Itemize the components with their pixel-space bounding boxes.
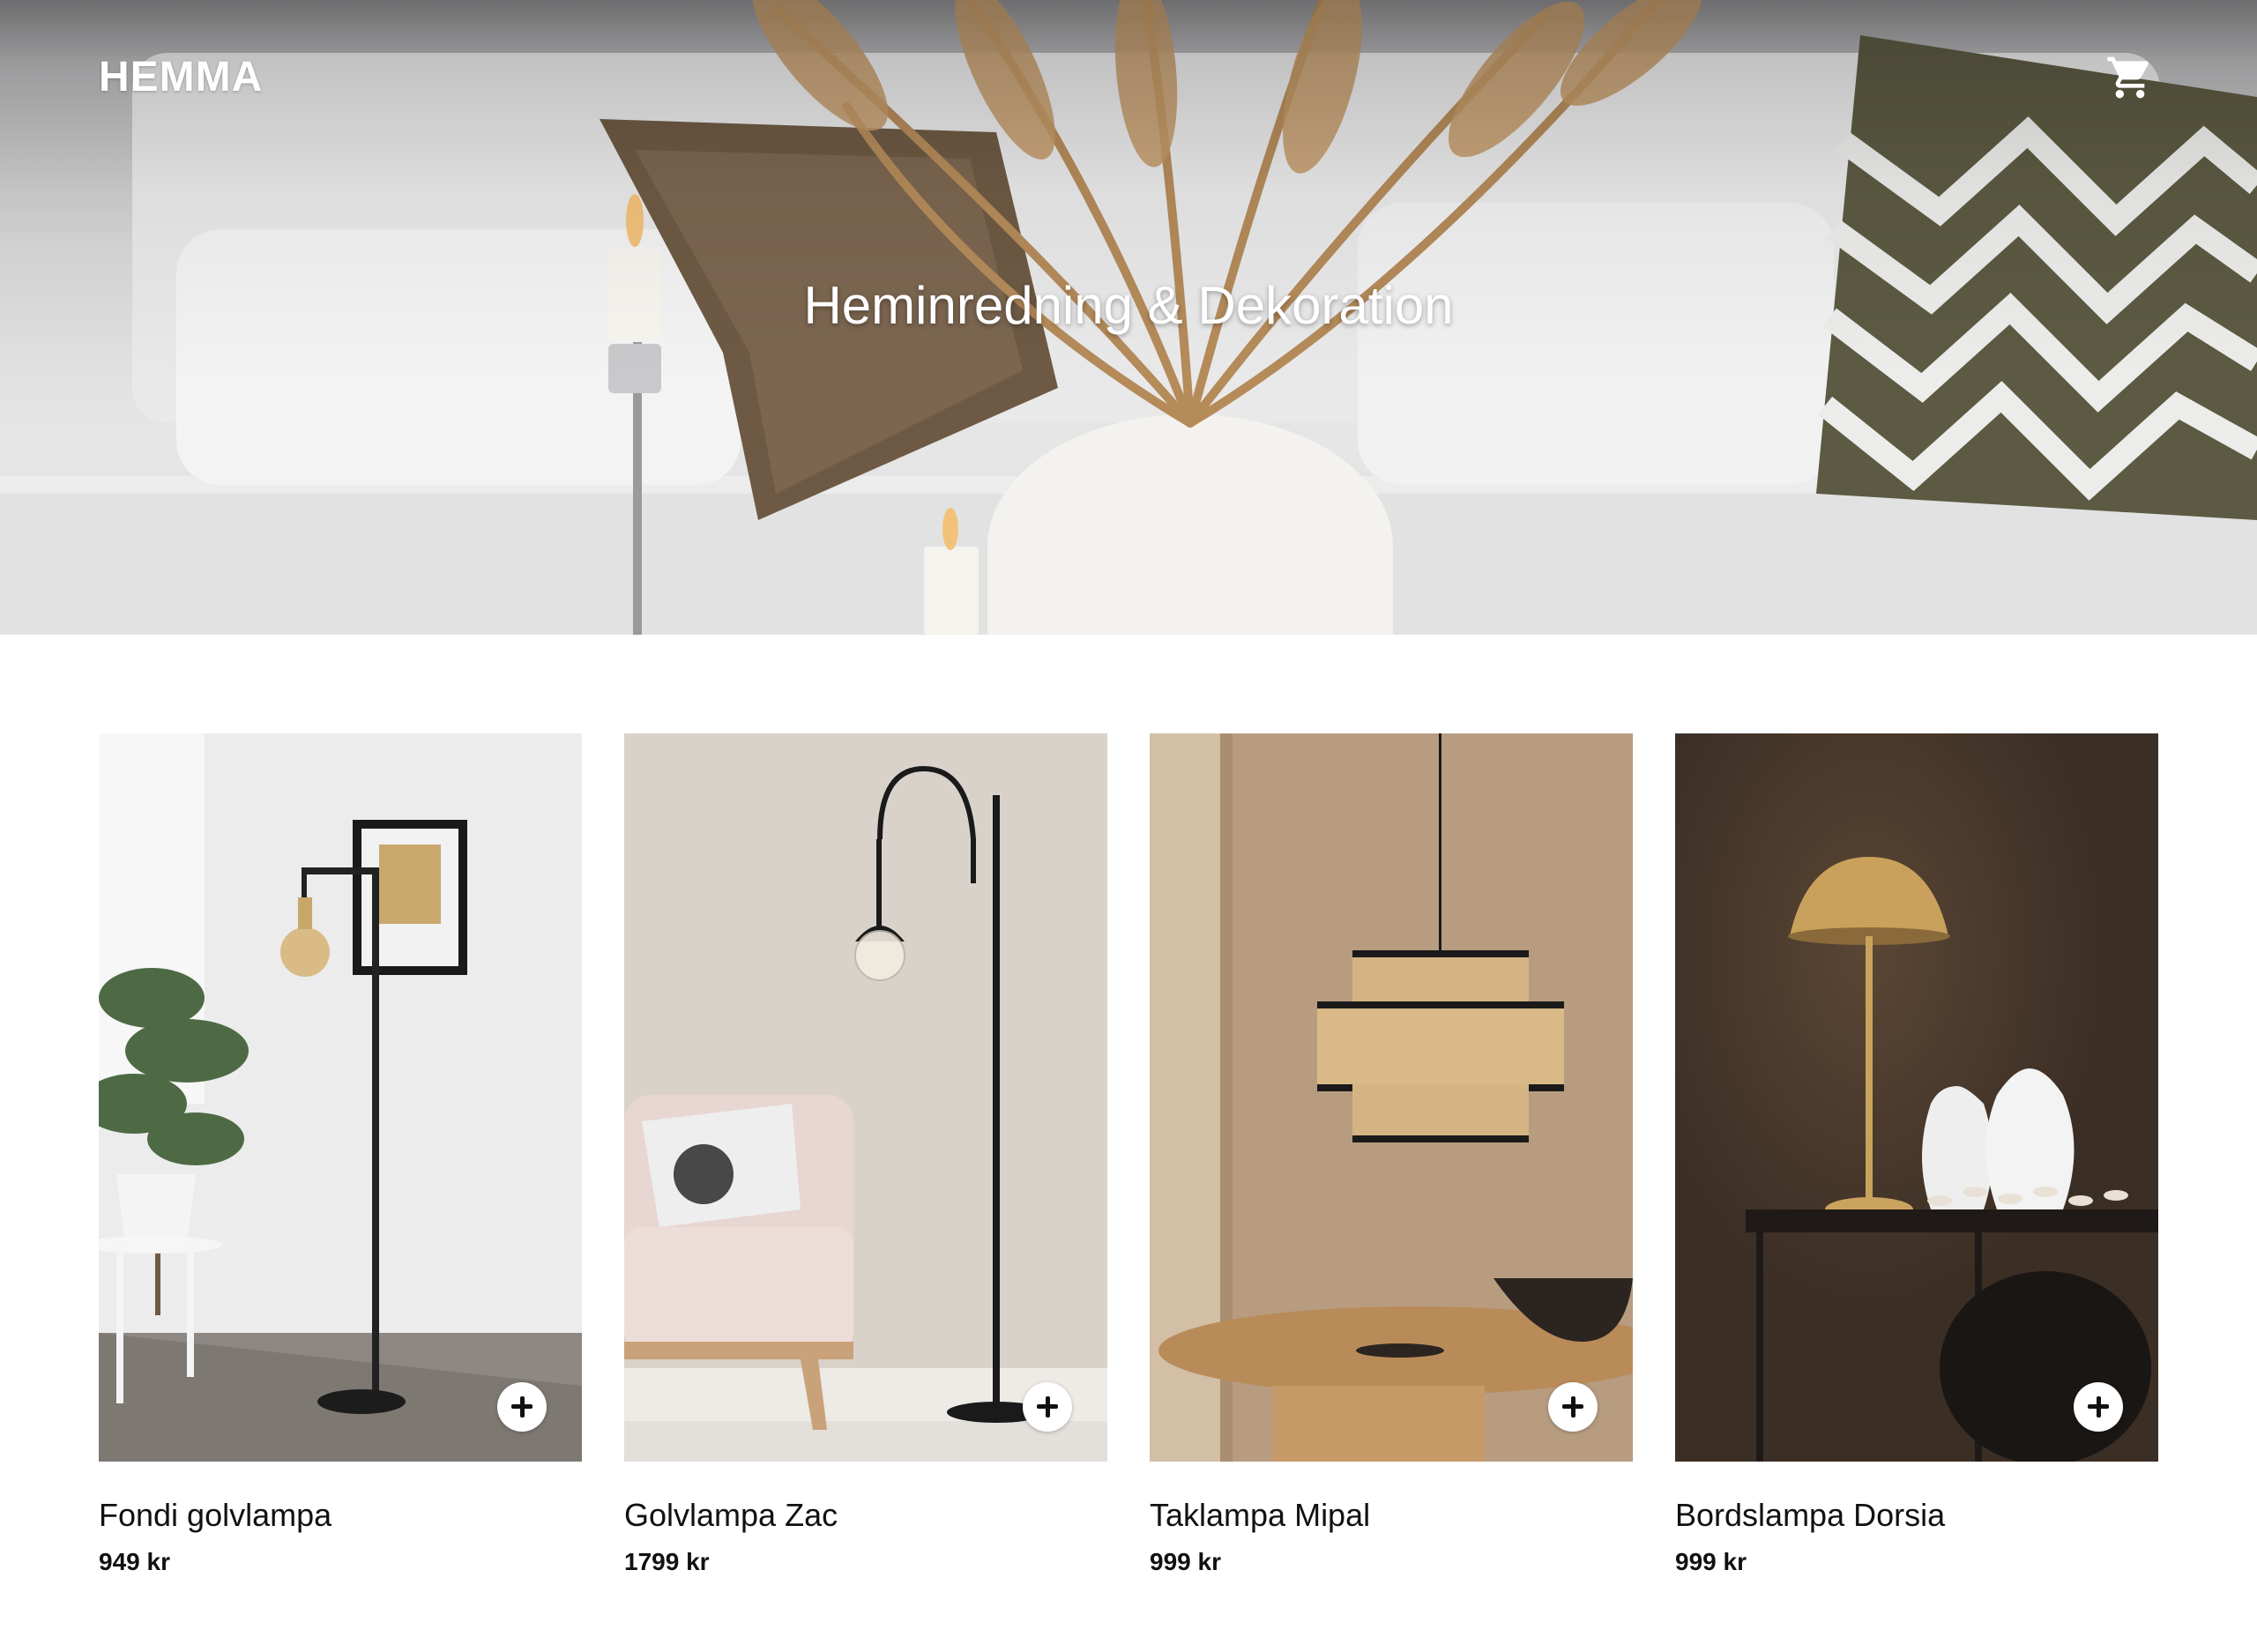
- product-name[interactable]: Taklampa Mipal: [1150, 1497, 1633, 1534]
- product-photo: [1150, 733, 1633, 1462]
- product-price: 949 kr: [99, 1548, 170, 1575]
- product-grid: Fondi golvlampa 949 kr Golvlampa Zac 179…: [99, 733, 2158, 1576]
- product-card[interactable]: Golvlampa Zac 1799 kr: [624, 733, 1107, 1576]
- add-to-cart-button[interactable]: [1023, 1382, 1072, 1432]
- product-photo: [1675, 733, 2158, 1462]
- product-card[interactable]: Fondi golvlampa 949 kr: [99, 733, 582, 1576]
- product-photo: [624, 733, 1107, 1462]
- product-price: 999 kr: [1675, 1548, 1747, 1575]
- product-image[interactable]: [624, 733, 1107, 1462]
- product-card[interactable]: Bordslampa Dorsia 999 kr: [1675, 733, 2158, 1576]
- add-to-cart-button[interactable]: [2074, 1382, 2123, 1432]
- product-photo: [99, 733, 582, 1462]
- hero-title: Heminredning & Dekoration: [803, 276, 1454, 335]
- cart-icon: [2107, 56, 2149, 99]
- brand-logo[interactable]: HEMMA: [99, 53, 263, 101]
- product-name[interactable]: Bordslampa Dorsia: [1675, 1497, 2158, 1534]
- add-to-cart-button[interactable]: [1548, 1382, 1598, 1432]
- product-price: 999 kr: [1150, 1548, 1221, 1575]
- hero-banner: HEMMA Heminredning & Dekoration: [0, 0, 2257, 635]
- product-image[interactable]: [1675, 733, 2158, 1462]
- product-name[interactable]: Golvlampa Zac: [624, 1497, 1107, 1534]
- product-card[interactable]: Taklampa Mipal 999 kr: [1150, 733, 1633, 1576]
- product-image[interactable]: [1150, 733, 1633, 1462]
- add-to-cart-button[interactable]: [497, 1382, 547, 1432]
- product-name[interactable]: Fondi golvlampa: [99, 1497, 582, 1534]
- cart-button[interactable]: [2104, 53, 2156, 102]
- product-price: 1799 kr: [624, 1548, 710, 1575]
- product-image[interactable]: [99, 733, 582, 1462]
